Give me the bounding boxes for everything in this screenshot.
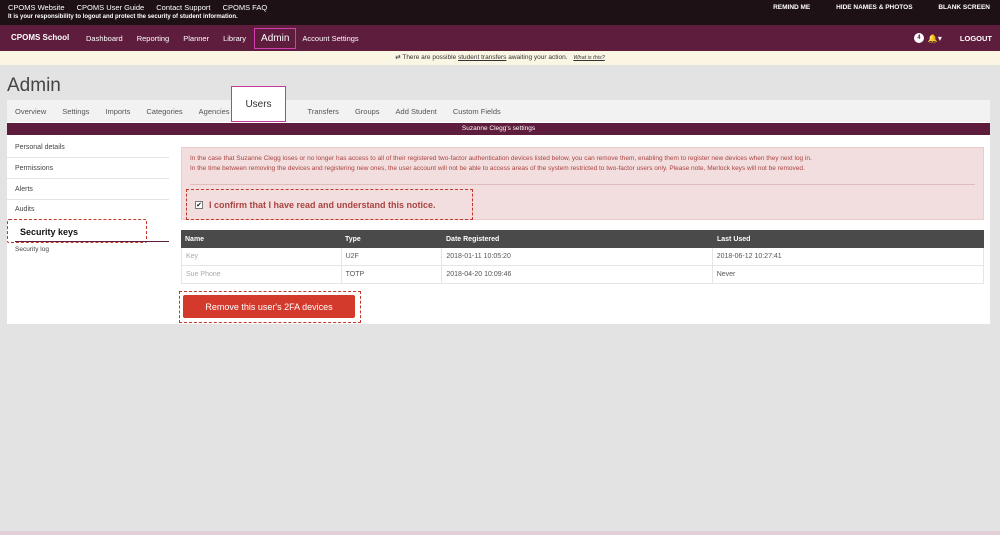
tab-groups[interactable]: Groups [347, 107, 388, 116]
what-is-this-link[interactable]: What is this? [573, 55, 604, 61]
cell-type: TOTP [342, 265, 443, 284]
tab-add-student[interactable]: Add Student [388, 107, 445, 116]
security-note: It is your responsibility to logout and … [8, 14, 238, 20]
brand-name[interactable]: CPOMS School [11, 33, 69, 42]
col-last-used: Last Used [717, 235, 751, 243]
top-links: CPOMS Website CPOMS User Guide Contact S… [8, 3, 277, 12]
link-cpoms-website[interactable]: CPOMS Website [8, 3, 65, 12]
sidebar-item-audits[interactable]: Audits [7, 200, 169, 219]
warning-alert: In the case that Suzanne Clegg loses or … [181, 147, 984, 220]
table-header: Name Type Date Registered Last Used [181, 230, 984, 248]
main-nav: CPOMS School Dashboard Reporting Planner… [0, 25, 1000, 51]
alert-line-2: In the time between removing the devices… [190, 165, 805, 172]
blank-screen-button[interactable]: BLANK SCREEN [938, 4, 990, 11]
col-date-registered: Date Registered [446, 235, 500, 243]
tab-settings[interactable]: Settings [54, 107, 97, 116]
bottom-border [0, 531, 1000, 535]
confirm-checkbox[interactable]: ✔ [195, 200, 203, 209]
nav-right: 4 🔔▾ LOGOUT [913, 25, 992, 51]
admin-card: Overview Settings Imports Categories Age… [7, 86, 990, 324]
sidebar-item-alerts[interactable]: Alerts [7, 179, 169, 200]
admin-tabs: Overview Settings Imports Categories Age… [7, 86, 990, 122]
sidebar-item-security-log[interactable]: Security log [7, 243, 169, 257]
nav-planner[interactable]: Planner [183, 34, 209, 43]
cell-last-used: Never [716, 271, 736, 278]
sidebar-item-personal-details[interactable]: Personal details [7, 137, 169, 158]
table-row: Sue Phone TOTP 2018-04-20 10:09:46 Never [181, 265, 984, 284]
bell-dropdown-icon[interactable]: 🔔▾ [928, 34, 942, 43]
remind-me-button[interactable]: REMIND ME [773, 4, 810, 11]
tab-categories[interactable]: Categories [138, 107, 190, 116]
nav-dashboard[interactable]: Dashboard [86, 34, 123, 43]
confirm-label: I confirm that I have read and understan… [209, 199, 436, 210]
link-contact-support[interactable]: Contact Support [156, 3, 210, 12]
notice-suffix: awaiting your action. [508, 54, 568, 61]
student-transfers-link[interactable]: student transfers [458, 54, 506, 61]
notice-prefix: There are possible [402, 54, 457, 61]
link-user-guide[interactable]: CPOMS User Guide [77, 3, 145, 12]
nav-admin[interactable]: Admin [254, 27, 297, 49]
nav-items: Dashboard Reporting Planner Library Admi… [86, 25, 373, 51]
cell-date-registered: 2018-04-20 10:09:46 [442, 265, 713, 284]
active-underline [15, 241, 169, 242]
transfer-icon: ⇄ [395, 54, 401, 61]
cell-name: Sue Phone [182, 265, 342, 284]
link-faq[interactable]: CPOMS FAQ [223, 3, 268, 12]
remove-2fa-devices-button[interactable]: Remove this user's 2FA devices [183, 295, 355, 318]
nav-library[interactable]: Library [223, 34, 246, 43]
nav-account-settings[interactable]: Account Settings [302, 34, 358, 43]
transfer-notice: ⇄ There are possible student transfers a… [0, 51, 1000, 65]
cell-date-registered: 2018-01-11 10:05:20 [442, 247, 713, 266]
hide-names-button[interactable]: HIDE NAMES & PHOTOS [836, 4, 912, 11]
notification-badge[interactable]: 4 [913, 33, 924, 43]
col-type: Type [345, 235, 361, 243]
alert-line-1: In the case that Suzanne Clegg loses or … [190, 155, 812, 162]
confirm-notice-highlight[interactable]: ✔ I confirm that I have read and underst… [186, 189, 473, 220]
cell-type: U2F [342, 247, 443, 266]
top-utility-bar: CPOMS Website CPOMS User Guide Contact S… [0, 0, 1000, 25]
cell-name: Key [182, 247, 342, 266]
tab-overview[interactable]: Overview [7, 107, 54, 116]
settings-sidebar: Personal details Permissions Alerts Audi… [7, 137, 169, 257]
settings-header: Suzanne Clegg's settings [7, 123, 990, 135]
devices-table: Name Type Date Registered Last Used Key … [181, 230, 984, 284]
remove-button-highlight: Remove this user's 2FA devices [179, 291, 361, 323]
nav-reporting[interactable]: Reporting [137, 34, 170, 43]
tab-custom-fields[interactable]: Custom Fields [445, 107, 509, 116]
tab-users[interactable]: Users [231, 86, 286, 122]
top-right-actions: REMIND ME HIDE NAMES & PHOTOS BLANK SCRE… [749, 4, 990, 11]
table-row: Key U2F 2018-01-11 10:05:20 2018-06-12 1… [181, 247, 984, 266]
tab-imports[interactable]: Imports [97, 107, 138, 116]
col-name: Name [185, 235, 205, 243]
tab-transfers[interactable]: Transfers [300, 107, 347, 116]
sidebar-item-security-keys[interactable]: Security keys [7, 219, 147, 243]
page-title: Admin [7, 75, 61, 96]
alert-divider [190, 184, 975, 185]
logout-button[interactable]: LOGOUT [960, 34, 992, 43]
sidebar-item-permissions[interactable]: Permissions [7, 158, 169, 179]
cell-last-used: 2018-06-12 10:27:41 [716, 253, 782, 260]
